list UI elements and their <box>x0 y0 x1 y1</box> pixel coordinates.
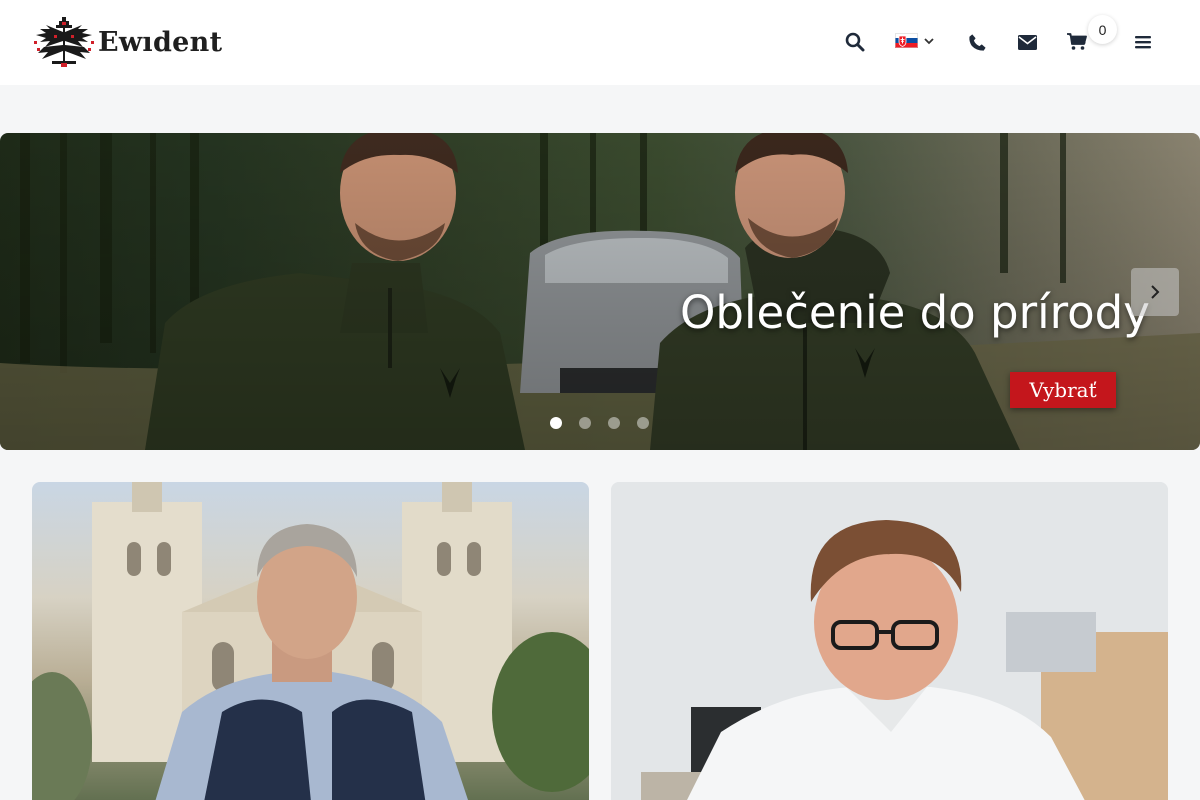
slider-pagination <box>550 417 649 429</box>
cart-icon <box>1067 33 1087 50</box>
slider-dot[interactable] <box>637 417 649 429</box>
hero-title: Oblečenie do prírody <box>680 286 1150 339</box>
search-icon <box>845 32 865 52</box>
menu-button[interactable] <box>1132 31 1154 53</box>
hero-cta-button[interactable]: Vybrať <box>1010 372 1116 408</box>
slider-dot[interactable] <box>579 417 591 429</box>
logo-text: Ewıdent <box>98 26 223 58</box>
folk-ornament-logo-icon <box>34 17 94 67</box>
slider-next-button[interactable] <box>1131 268 1179 316</box>
phone-icon <box>968 33 986 51</box>
slider-dot[interactable] <box>608 417 620 429</box>
chevron-right-icon <box>1151 285 1160 299</box>
category-photo-man-in-white-shirt <box>611 482 1168 800</box>
search-button[interactable] <box>844 31 866 53</box>
envelope-icon <box>1017 34 1037 50</box>
email-button[interactable] <box>1016 31 1038 53</box>
slider-dot[interactable] <box>550 417 562 429</box>
menu-icon <box>1135 36 1151 49</box>
chevron-down-icon <box>924 37 934 44</box>
cart-button[interactable] <box>1066 31 1088 53</box>
cart-count-badge[interactable]: 0 <box>1088 15 1117 44</box>
site-header: Ewıdent 0 <box>0 0 1200 85</box>
category-photo-man-in-vest <box>32 482 589 800</box>
category-card[interactable] <box>611 482 1168 800</box>
slovakia-flag-icon <box>895 33 918 48</box>
phone-button[interactable] <box>966 31 988 53</box>
category-card[interactable] <box>32 482 589 800</box>
language-selector[interactable] <box>895 33 934 48</box>
logo[interactable]: Ewıdent <box>32 17 222 67</box>
